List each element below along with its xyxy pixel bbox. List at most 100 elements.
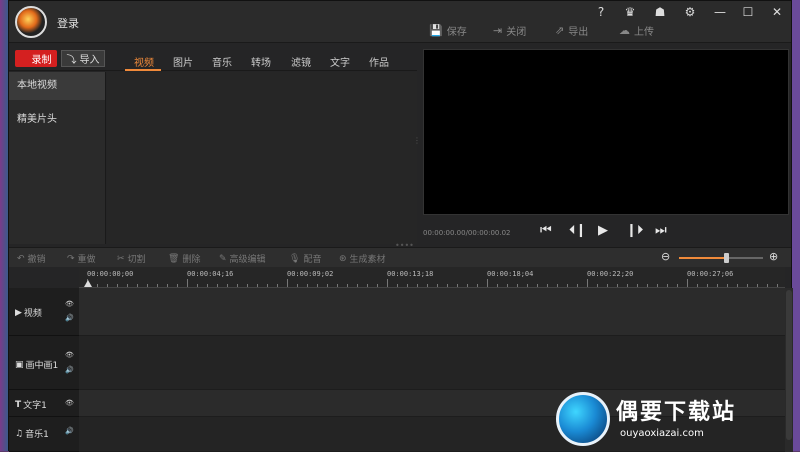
- library-sidebar: 本地视频 精美片头: [9, 72, 106, 244]
- skip-to-start-button[interactable]: ⏮: [540, 223, 552, 238]
- upload-button[interactable]: ☁ 上传: [619, 23, 654, 38]
- record-button[interactable]: 录制: [15, 50, 57, 67]
- ruler-tick: [627, 284, 628, 287]
- previous-frame-button[interactable]: ⏴❙: [569, 223, 586, 238]
- media-library-area[interactable]: [107, 72, 417, 244]
- tab-transition[interactable]: 转场: [251, 54, 271, 69]
- ruler-tick: [657, 284, 658, 287]
- save-button[interactable]: 💾 保存: [429, 23, 467, 38]
- tab-video[interactable]: 视频: [134, 54, 154, 69]
- sidebar-item-local-video[interactable]: 本地视频: [9, 72, 105, 100]
- ruler-tick: [257, 284, 258, 287]
- ruler-tick: [327, 284, 328, 287]
- ruler-tick: [677, 284, 678, 287]
- ruler-tick: [707, 284, 708, 287]
- tab-filter[interactable]: 滤镜: [291, 54, 311, 69]
- close-label: 关闭: [506, 27, 527, 38]
- track-lane-pip[interactable]: [79, 336, 785, 390]
- undo-label: 撤销: [27, 255, 46, 265]
- ruler-tick: [427, 284, 428, 287]
- zoom-out-icon[interactable]: ⊖: [661, 250, 670, 263]
- ruler-tick: [387, 279, 388, 287]
- ruler-tick: [237, 284, 238, 287]
- tab-works[interactable]: 作品: [369, 54, 389, 69]
- redo-button[interactable]: ↷ 重做: [67, 252, 96, 266]
- login-link[interactable]: 登录: [57, 15, 79, 31]
- undo-button[interactable]: ↶ 撤销: [17, 252, 46, 266]
- export-button[interactable]: ⇗ 导出: [555, 23, 588, 38]
- cut-button[interactable]: ✂ 切割: [117, 252, 146, 266]
- zoom-in-icon[interactable]: ⊕: [769, 250, 778, 263]
- export-label: 导出: [568, 27, 589, 38]
- ruler-tick: [487, 279, 488, 287]
- ruler-tick: [467, 284, 468, 287]
- ruler-tick: [397, 284, 398, 287]
- tab-image[interactable]: 图片: [173, 54, 193, 69]
- ruler-tick: [307, 284, 308, 287]
- ruler-time-label: 00:00:04;16: [187, 270, 234, 278]
- trash-icon: 🗑: [168, 253, 180, 264]
- panel-splitter-handle[interactable]: ⋮: [413, 136, 421, 145]
- close-project-button[interactable]: ⇥ 关闭: [493, 23, 526, 38]
- visibility-eye-icon[interactable]: 👁: [65, 300, 74, 308]
- next-frame-button[interactable]: ❙⏵: [626, 223, 643, 238]
- pencil-icon: ✎: [219, 253, 227, 264]
- ruler-tick: [217, 284, 218, 287]
- close-window-button[interactable]: ✕: [766, 5, 788, 19]
- ruler-tick: [287, 279, 288, 287]
- scissors-icon: ✂: [117, 253, 125, 264]
- ruler-tick: [597, 284, 598, 287]
- zoom-slider-knob[interactable]: [724, 253, 730, 263]
- library-toolbar: 录制 ⤵ 导入 视频 图片 音乐 转场 滤镜 文字 作品: [9, 45, 417, 71]
- skip-to-end-button[interactable]: ⏭: [655, 223, 667, 238]
- vip-crown-icon[interactable]: ♛: [619, 5, 641, 19]
- minimize-button[interactable]: —: [709, 5, 731, 19]
- settings-gear-icon[interactable]: ⚙: [679, 5, 701, 19]
- ruler-tick: [757, 284, 758, 287]
- sidebar-item-intros[interactable]: 精美片头: [9, 106, 105, 134]
- visibility-eye-icon[interactable]: 👁: [65, 351, 74, 359]
- import-label: 导入: [79, 55, 100, 66]
- tab-music[interactable]: 音乐: [212, 54, 232, 69]
- timeline-ruler[interactable]: 00:00:00;00 00:00:04;16 00:00:09;02 00:00:1…: [79, 267, 785, 288]
- ruler-tick: [547, 284, 548, 287]
- maximize-button[interactable]: ☐: [737, 5, 759, 19]
- visibility-eye-icon[interactable]: 👁: [65, 399, 74, 407]
- tab-text[interactable]: 文字: [330, 54, 350, 69]
- track-lane-video[interactable]: [79, 288, 785, 336]
- import-button[interactable]: ⤵ 导入: [61, 50, 105, 67]
- mute-speaker-icon[interactable]: 🔊: [65, 427, 74, 435]
- ruler-tick: [607, 284, 608, 287]
- save-label: 保存: [446, 27, 467, 38]
- pip-track-icon: ▣: [15, 359, 24, 370]
- ruler-tick: [747, 284, 748, 287]
- preview-timecode: 00:00:00.00/00:00:00.02: [423, 229, 511, 237]
- undo-icon: ↶: [17, 253, 25, 264]
- edit-toolbar: ↶ 撤销 ↷ 重做 ✂ 切割 🗑 删除 ✎ 高级编辑 🎙 配音 ⊛ 生成素材 ⊖ ⊕: [9, 247, 791, 267]
- delete-button[interactable]: 🗑 删除: [168, 252, 201, 266]
- ruler-tick: [777, 284, 778, 287]
- ruler-tick: [567, 284, 568, 287]
- ruler-tick: [417, 284, 418, 287]
- notification-icon[interactable]: ☗: [649, 5, 671, 19]
- ruler-tick: [317, 284, 318, 287]
- ruler-tick: [687, 279, 688, 287]
- play-button[interactable]: ▶: [598, 223, 608, 238]
- playhead-marker[interactable]: [84, 280, 92, 287]
- upload-icon: ☁: [619, 24, 630, 37]
- zoom-slider-fill: [679, 257, 727, 259]
- help-icon[interactable]: ?: [590, 5, 612, 19]
- ruler-time-label: 00:00:22;20: [587, 270, 634, 278]
- advanced-edit-button[interactable]: ✎ 高级编辑: [219, 252, 266, 266]
- mute-speaker-icon[interactable]: 🔊: [65, 366, 74, 374]
- save-icon: 💾: [429, 24, 443, 37]
- zoom-slider[interactable]: [679, 253, 763, 263]
- ruler-tick: [507, 284, 508, 287]
- voiceover-button[interactable]: 🎙 配音: [289, 252, 321, 266]
- ruler-tick: [667, 284, 668, 287]
- mute-speaker-icon[interactable]: 🔊: [65, 314, 74, 322]
- generate-clip-button[interactable]: ⊛ 生成素材: [339, 252, 386, 266]
- ruler-tick: [117, 284, 118, 287]
- delete-label: 删除: [182, 255, 201, 265]
- track-name: 音乐1: [25, 430, 49, 440]
